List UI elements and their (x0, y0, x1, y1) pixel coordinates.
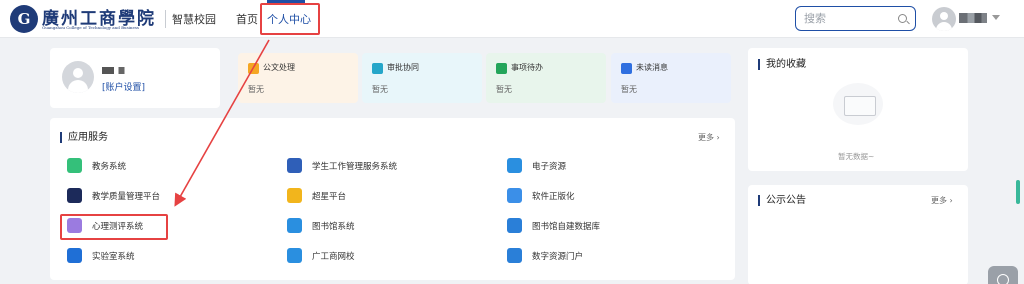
annotation-arrow (174, 39, 270, 207)
